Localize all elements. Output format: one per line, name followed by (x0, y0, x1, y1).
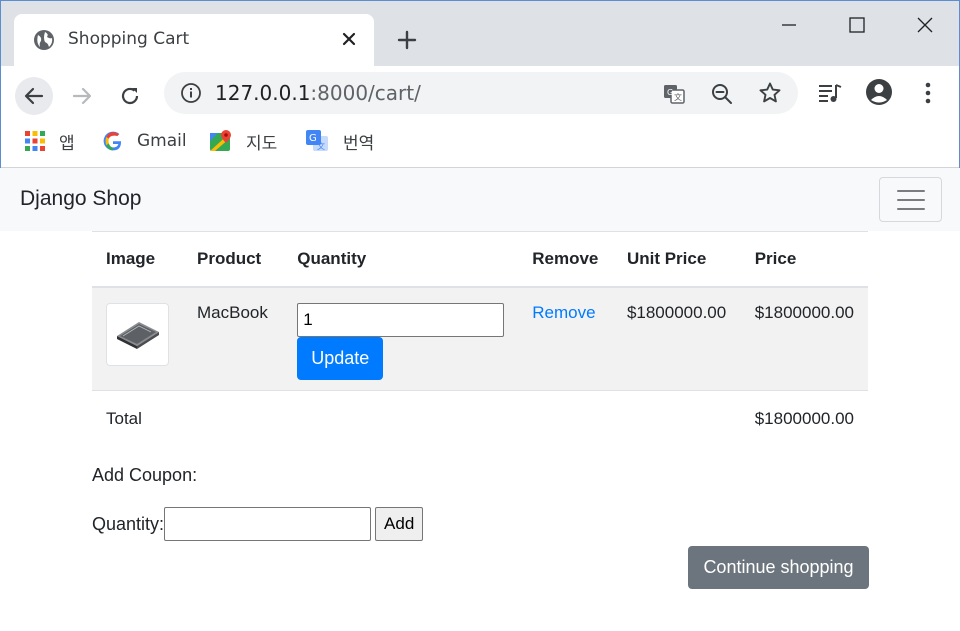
translate-page-icon[interactable]: G 文 (662, 82, 686, 106)
hamburger-icon (897, 199, 925, 201)
bookmark-star-icon[interactable] (758, 81, 782, 105)
bookmark-apps[interactable]: 앱 (25, 128, 75, 154)
product-name: MacBook (183, 286, 284, 391)
svg-text:G: G (667, 88, 673, 97)
laptop-image (116, 322, 159, 349)
svg-text:G: G (309, 133, 317, 144)
cell-remove: Remove (518, 286, 613, 391)
cell-image (92, 286, 183, 391)
reload-button[interactable] (111, 77, 149, 115)
table-header-row: Image Product Quantity Remove Unit Price… (92, 231, 868, 288)
address-bar[interactable]: 127.0.0.1:8000/cart/ G 文 (164, 72, 798, 114)
column-header: Remove (518, 231, 613, 288)
unit-price: $1800000.00 (612, 286, 741, 391)
window-close-icon[interactable] (915, 15, 935, 35)
add-coupon-button[interactable]: Add (375, 507, 424, 541)
coupon-heading: Add Coupon: (92, 465, 198, 485)
zoom-out-icon[interactable] (710, 82, 734, 106)
coupon-form: Quantity: Add (92, 507, 424, 541)
browser-chrome: Shopping Cart 127.0.0.1:8000/cart/ G 文 앱… (0, 0, 960, 168)
column-header: Product (183, 231, 284, 288)
bookmark-gmail[interactable]: Gmail (103, 128, 187, 154)
remove-link[interactable]: Remove (532, 303, 595, 322)
site-navbar: Django Shop (0, 168, 960, 231)
product-thumbnail[interactable] (106, 302, 169, 366)
hamburger-icon (897, 208, 925, 210)
navbar-brand[interactable]: Django Shop (20, 187, 141, 211)
column-header: Unit Price (612, 231, 741, 288)
translate-icon: G 文 (306, 130, 328, 151)
bookmark-translate[interactable]: G 文 번역 (305, 128, 374, 154)
navbar-toggler-button[interactable] (879, 177, 942, 222)
url-path: :8000/cart/ (310, 81, 421, 105)
info-icon[interactable] (180, 82, 202, 104)
apps-grid-icon (25, 131, 45, 151)
line-price: $1800000.00 (740, 286, 868, 391)
minimize-icon[interactable] (779, 15, 799, 35)
browser-toolbar: 127.0.0.1:8000/cart/ G 文 (1, 66, 959, 120)
media-control-icon[interactable] (817, 81, 843, 105)
bookmarks-bar: 앱 Gmail 지도 G 文 번역 (1, 120, 959, 168)
svg-text:文: 文 (674, 92, 682, 102)
browser-tab[interactable]: Shopping Cart (14, 14, 374, 66)
svg-text:文: 文 (317, 141, 325, 151)
url-host: 127.0.0.1 (215, 81, 311, 105)
maximize-icon[interactable] (847, 15, 867, 35)
cart-table: Image Product Quantity Remove Unit Price… (92, 231, 868, 447)
bookmark-label: 앱 (59, 133, 75, 154)
total-row: Total $1800000.00 (92, 391, 868, 447)
cell-quantity: Update (283, 286, 519, 391)
bookmark-label: Gmail (137, 131, 187, 151)
column-header: Quantity (283, 231, 519, 288)
profile-avatar-icon[interactable] (865, 78, 893, 106)
column-header: Price (740, 231, 868, 288)
quantity-input[interactable] (297, 302, 505, 337)
url-text: 127.0.0.1:8000/cart/ (215, 81, 421, 105)
close-tab-icon[interactable] (340, 30, 358, 48)
column-header: Image (92, 231, 183, 288)
bookmark-label: 지도 (246, 133, 278, 154)
new-tab-icon[interactable] (395, 28, 419, 52)
arrow-right-icon (72, 87, 92, 105)
bookmark-maps[interactable]: 지도 (210, 128, 277, 154)
maps-icon (210, 130, 231, 151)
hamburger-icon (897, 190, 925, 192)
back-button[interactable] (15, 77, 53, 115)
arrow-left-icon (24, 87, 44, 105)
coupon-field-label: Quantity: (92, 513, 165, 534)
total-amount: $1800000.00 (754, 408, 854, 428)
forward-button[interactable] (63, 77, 101, 115)
table-row: MacBook Update Remove $1800000.00 $18000… (92, 286, 868, 391)
coupon-input[interactable] (164, 507, 372, 541)
globe-icon (34, 30, 54, 50)
reload-icon (121, 87, 139, 105)
bookmark-label: 번역 (343, 133, 375, 154)
update-button[interactable]: Update (297, 336, 384, 380)
tab-title: Shopping Cart (68, 29, 190, 49)
more-menu-icon[interactable] (917, 80, 939, 106)
google-icon (103, 131, 122, 151)
continue-shopping-button[interactable]: Continue shopping (688, 546, 869, 589)
total-label: Total (106, 408, 142, 428)
